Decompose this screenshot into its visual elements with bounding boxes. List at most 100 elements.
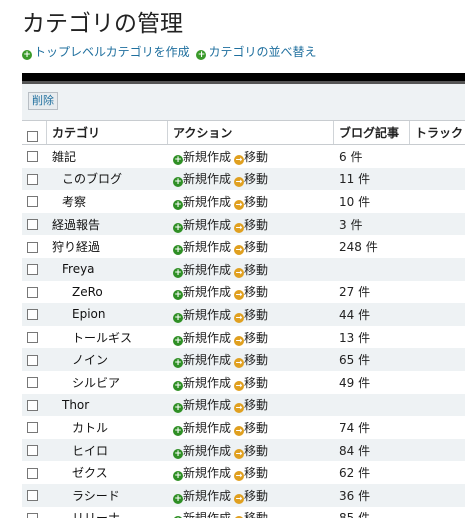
new-action-link[interactable]: +新規作成 [173,421,231,436]
move-action-link[interactable]: →移動 [231,511,268,518]
table-row: 考察 +新規作成 → 移動 10 件 [22,190,465,213]
category-name-link[interactable]: 雑記 [52,150,76,164]
new-action-link[interactable]: +新規作成 [173,308,231,323]
row-checkbox[interactable] [27,219,38,231]
row-checkbox[interactable] [27,354,38,366]
row-checkbox[interactable] [27,332,38,344]
category-name-link[interactable]: Freya [52,262,95,276]
plus-icon: + [173,403,183,414]
create-top-category-link[interactable]: + トップレベルカテゴリを作成 [22,45,190,60]
category-name-link[interactable]: このブログ [52,172,122,186]
entry-count-cell[interactable]: 13 件 [334,329,410,346]
panel-top-bar-shadow [22,81,465,84]
new-action-link[interactable]: +新規作成 [173,376,231,391]
row-checkbox[interactable] [27,286,38,298]
entry-count-cell[interactable]: 248 件 [334,238,410,255]
entry-count-cell[interactable]: 49 件 [334,374,410,391]
move-action-link[interactable]: →移動 [231,353,268,369]
category-name-link[interactable]: 考察 [52,195,86,209]
entry-count-cell[interactable]: 36 件 [334,487,410,504]
row-checkbox[interactable] [27,422,38,434]
table-row: トールギス +新規作成 → 移動 13 件 [22,325,465,349]
row-checkbox[interactable] [27,309,38,321]
row-checkbox[interactable] [27,399,38,411]
new-action-link[interactable]: +新規作成 [173,285,231,301]
category-name-link[interactable]: カトル [52,421,108,435]
header-trackback[interactable]: トラック [410,121,465,144]
new-action-label: 新規作成 [183,488,232,503]
row-checkbox[interactable] [27,151,38,163]
move-action-link[interactable]: →移動 [231,308,268,323]
category-name-link[interactable]: ノイン [52,353,108,367]
new-action-link[interactable]: +新規作成 [173,511,231,518]
entry-count-cell[interactable]: 85 件 [334,509,410,518]
move-action-link[interactable]: →移動 [231,444,268,459]
row-checkbox[interactable] [27,512,38,518]
new-action-link[interactable]: +新規作成 [173,398,231,414]
category-name-link[interactable]: トールギス [52,331,132,345]
move-action-link[interactable]: →移動 [231,489,268,504]
row-checkbox[interactable] [27,241,38,253]
row-checkbox[interactable] [27,467,38,479]
category-name-link[interactable]: ZeRo [52,285,103,299]
new-action-link[interactable]: +新規作成 [173,488,232,504]
entry-count-cell[interactable]: 27 件 [334,283,410,300]
category-name-link[interactable]: Thor [52,398,89,412]
new-action-link[interactable]: +新規作成 [173,466,231,482]
new-action-link[interactable]: +新規作成 [173,172,231,188]
move-action-link[interactable]: →移動 [231,376,268,391]
move-action-link[interactable]: →移動 [231,331,268,346]
entry-count-cell[interactable]: 6 件 [334,148,410,165]
move-action-link[interactable]: →移動 [231,398,268,414]
move-action-link[interactable]: →移動 [231,195,268,210]
reorder-categories-link[interactable]: + カテゴリの並べ替え [196,45,317,60]
header-blog-entries[interactable]: ブログ記事 [334,121,410,144]
row-checkbox-cell [22,194,47,208]
category-name-link[interactable]: Epion [52,307,105,321]
row-checkbox[interactable] [27,490,38,502]
category-name-link[interactable]: ラシード [52,489,120,503]
row-checkbox[interactable] [27,173,38,185]
move-action-link[interactable]: →移動 [231,421,268,436]
move-action-link[interactable]: →移動 [231,172,268,188]
row-checkbox[interactable] [27,445,38,457]
category-name-link[interactable]: シルビア [52,376,120,390]
delete-button[interactable]: 削除 [28,92,58,110]
table-row: シルビア +新規作成 → 移動 49 件 [22,370,465,394]
move-action-link[interactable]: →移動 [231,150,268,165]
entry-count-cell[interactable]: 11 件 [334,170,410,187]
action-cell: +新規作成→移動 [168,419,334,436]
category-name-link[interactable]: 狩り経過 [52,240,100,254]
category-name-link[interactable]: 経過報告 [52,218,100,232]
row-checkbox[interactable] [27,264,38,276]
action-cell: +新規作成→移動 [168,170,334,188]
new-action-link[interactable]: +新規作成 [173,240,231,256]
entry-count-cell[interactable]: 84 件 [334,442,410,459]
row-checkbox[interactable] [27,377,38,389]
category-name-link[interactable]: ゼクス [52,466,108,480]
header-category[interactable]: カテゴリ [47,121,168,144]
entry-count-cell[interactable]: 10 件 [334,193,410,210]
entry-count-cell[interactable]: 62 件 [334,464,410,481]
entry-count-cell[interactable]: 65 件 [334,351,410,368]
entry-count-cell[interactable]: 74 件 [334,419,410,436]
entry-count-cell[interactable]: 44 件 [334,306,410,323]
new-action-label: 新規作成 [183,262,232,277]
move-action-link[interactable]: →移動 [231,218,268,233]
new-action-link[interactable]: +新規作成 [173,195,231,210]
new-action-link[interactable]: +新規作成 [173,331,231,346]
new-action-link[interactable]: +新規作成 [173,218,231,233]
entry-count-cell[interactable]: 3 件 [334,216,410,233]
row-checkbox[interactable] [27,196,38,208]
new-action-link[interactable]: +新規作成 [173,444,231,459]
new-action-link[interactable]: +新規作成 [173,150,231,165]
category-name-link[interactable]: ヒイロ [52,444,108,458]
new-action-link[interactable]: +新規作成 [173,353,231,369]
move-action-link[interactable]: →移動 [231,240,268,256]
category-name-link[interactable]: リリーナ [52,511,120,518]
new-action-link[interactable]: +新規作成 [173,262,232,278]
select-all-checkbox[interactable] [27,131,38,142]
move-action-link[interactable]: →移動 [231,466,268,482]
move-action-link[interactable]: →移動 [231,285,268,301]
move-action-link[interactable]: →移動 [231,263,268,278]
